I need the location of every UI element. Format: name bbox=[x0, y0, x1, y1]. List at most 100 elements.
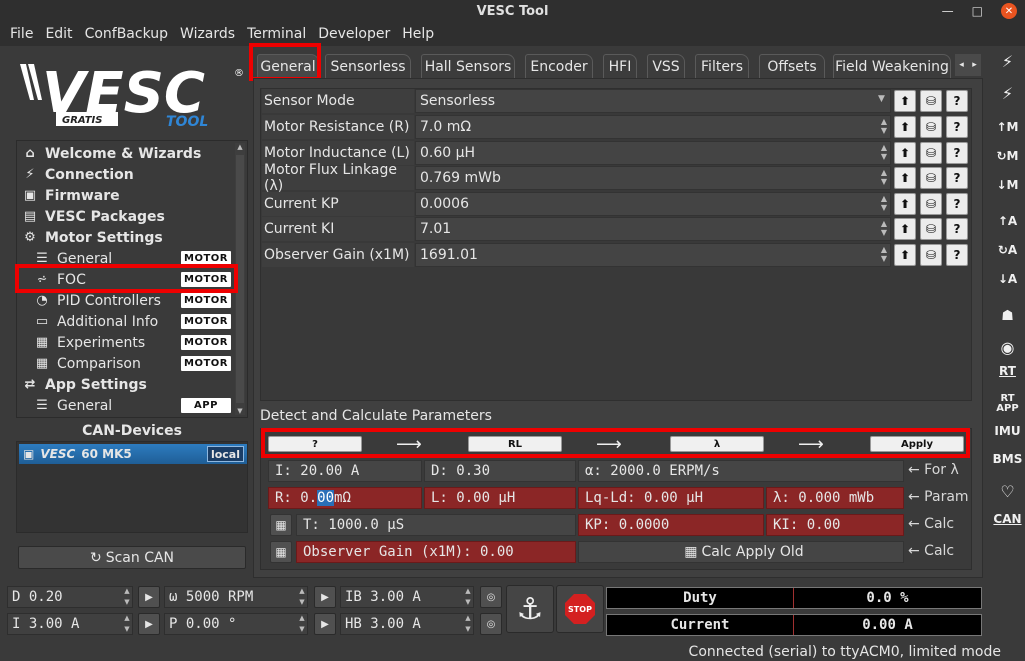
minimize-icon[interactable]: — bbox=[942, 4, 954, 18]
maximize-icon[interactable]: □ bbox=[972, 4, 983, 18]
spin-icon[interactable]: ▲ ▼ bbox=[463, 613, 473, 635]
tab-left-icon[interactable]: ◂ bbox=[959, 60, 964, 70]
realtime-icon[interactable]: RT bbox=[990, 364, 1025, 378]
spin-icon[interactable]: ▲ ▼ bbox=[122, 613, 132, 635]
observer-gain-input[interactable]: 1691.01 bbox=[415, 243, 891, 267]
detect-t-input[interactable]: T: 1000.0 µS bbox=[296, 514, 576, 536]
sensor-mode-select[interactable]: Sensorless bbox=[415, 89, 891, 113]
measure-lambda-button[interactable]: λ bbox=[670, 436, 764, 452]
defaults-button[interactable]: ⛁ bbox=[920, 244, 942, 266]
read-default-motor-config-icon[interactable]: ↻M bbox=[990, 149, 1025, 163]
help-button[interactable]: ? bbox=[946, 167, 968, 189]
tab-hall-sensors[interactable]: Hall Sensors bbox=[421, 54, 515, 78]
motor-resistance-input[interactable]: 7.0 mΩ bbox=[415, 115, 891, 139]
help-button[interactable]: ? bbox=[946, 218, 968, 240]
scroll-down-icon[interactable]: ▼ bbox=[235, 407, 245, 415]
calc-apply-old-button[interactable]: ▦ Calc Apply Old bbox=[578, 541, 904, 563]
measure-rl-button[interactable]: RL bbox=[468, 436, 562, 452]
help-button[interactable]: ? bbox=[946, 90, 968, 112]
can-icon[interactable]: CAN bbox=[990, 512, 1025, 526]
tab-scroll[interactable]: ◂ ▸ bbox=[955, 54, 981, 76]
scroll-up-icon[interactable]: ▲ bbox=[235, 143, 245, 151]
upload-button[interactable]: ⬆ bbox=[894, 167, 916, 189]
rpm-input[interactable]: ω 5000 RPM bbox=[164, 586, 308, 608]
gamepad-icon[interactable]: ◉ bbox=[990, 338, 1025, 357]
imu-icon[interactable]: IMU bbox=[990, 424, 1025, 438]
current-input[interactable]: I 3.00 A bbox=[7, 613, 133, 635]
spin-icon[interactable]: ▲ ▼ bbox=[878, 194, 890, 214]
nav-additional-info[interactable]: ▭ Additional Info bbox=[33, 311, 158, 332]
help-button[interactable]: ? bbox=[946, 142, 968, 164]
menu-wizards[interactable]: Wizards bbox=[174, 26, 241, 42]
upload-button[interactable]: ⬆ bbox=[894, 116, 916, 138]
calculator-icon[interactable]: ▦ bbox=[270, 541, 292, 563]
plug-icon[interactable]: ⚡ bbox=[990, 52, 1025, 71]
menu-help[interactable]: Help bbox=[396, 26, 440, 42]
nav-motor-foc[interactable]: ⩫ FOC bbox=[33, 269, 86, 290]
defaults-button[interactable]: ⛁ bbox=[920, 116, 942, 138]
motor-inductance-input[interactable]: 0.60 µH bbox=[415, 141, 891, 165]
detect-lambda-input[interactable]: λ: 0.000 mWb bbox=[766, 487, 904, 509]
spin-icon[interactable]: ▲ ▼ bbox=[878, 117, 890, 137]
read-motor-config-icon[interactable]: ↑M bbox=[990, 120, 1025, 134]
help-button[interactable]: ? bbox=[946, 244, 968, 266]
scroll-thumb[interactable] bbox=[236, 155, 244, 403]
help-button[interactable]: ? bbox=[946, 193, 968, 215]
tab-general[interactable]: General bbox=[257, 54, 319, 78]
detect-r-input[interactable]: R: 0. 00 mΩ bbox=[268, 487, 422, 509]
disconnect-icon[interactable]: ⚡ bbox=[990, 84, 1025, 103]
spin-icon[interactable]: ▲ ▼ bbox=[878, 219, 890, 239]
detect-duty-input[interactable]: D: 0.30 bbox=[424, 460, 576, 482]
spin-icon[interactable]: ▲ ▼ bbox=[297, 613, 307, 635]
brake-icon[interactable]: ◎ bbox=[480, 613, 502, 635]
current-kp-input[interactable]: 0.0006 bbox=[415, 192, 891, 216]
stop-button[interactable]: STOP bbox=[556, 585, 604, 633]
can-device-row[interactable]: ▣ VESC 60 MK5 local bbox=[19, 444, 247, 464]
nav-experiments[interactable]: ▦ Experiments bbox=[33, 332, 145, 353]
tab-offsets[interactable]: Offsets bbox=[759, 54, 825, 78]
heart-icon[interactable]: ♡ bbox=[990, 482, 1025, 501]
calculator-icon[interactable]: ▦ bbox=[270, 514, 292, 536]
detect-observer-gain-input[interactable]: Observer Gain (x1M): 0.00 bbox=[296, 541, 576, 563]
detect-ki-input[interactable]: KI: 0.00 bbox=[766, 514, 904, 536]
position-input[interactable]: P 0.00 ° bbox=[164, 613, 308, 635]
nav-app-settings[interactable]: ⇄ App Settings bbox=[21, 374, 147, 395]
nav-motor-general[interactable]: ☰ General bbox=[33, 248, 112, 269]
tab-sensorless[interactable]: Sensorless bbox=[325, 54, 411, 78]
nav-app-general[interactable]: ☰ General bbox=[33, 395, 112, 416]
nav-pid-controllers[interactable]: ◔ PID Controllers bbox=[33, 290, 161, 311]
realtime-app-icon[interactable]: RT APP bbox=[990, 394, 1025, 414]
defaults-button[interactable]: ⛁ bbox=[920, 167, 942, 189]
menu-terminal[interactable]: Terminal bbox=[241, 26, 312, 42]
upload-button[interactable]: ⬆ bbox=[894, 142, 916, 164]
handbrake-current-input[interactable]: HB 3.00 A bbox=[340, 613, 474, 635]
tab-right-icon[interactable]: ▸ bbox=[972, 60, 977, 70]
spin-icon[interactable]: ▲ ▼ bbox=[297, 586, 307, 608]
menu-developer[interactable]: Developer bbox=[312, 26, 396, 42]
spin-icon[interactable]: ▲ ▼ bbox=[122, 586, 132, 608]
tab-field-weakening[interactable]: Field Weakening bbox=[833, 54, 951, 78]
current-ki-input[interactable]: 7.01 bbox=[415, 217, 891, 241]
close-icon[interactable]: ✕ bbox=[1001, 3, 1017, 19]
spin-icon[interactable]: ▲ ▼ bbox=[878, 143, 890, 163]
tab-encoder[interactable]: Encoder bbox=[525, 54, 593, 78]
detect-l-input[interactable]: L: 0.00 µH bbox=[424, 487, 576, 509]
nav-comparison[interactable]: ▦ Comparison bbox=[33, 353, 141, 374]
tab-filters[interactable]: Filters bbox=[695, 54, 749, 78]
detect-current-input[interactable]: I: 20.00 A bbox=[268, 460, 422, 482]
brake-icon[interactable]: ◎ bbox=[480, 586, 502, 608]
detect-erpm-input[interactable]: α: 2000.0 ERPM/s bbox=[578, 460, 904, 482]
defaults-button[interactable]: ⛁ bbox=[920, 142, 942, 164]
apply-button[interactable]: Apply bbox=[870, 436, 964, 452]
menu-file[interactable]: File bbox=[4, 26, 39, 42]
menu-edit[interactable]: Edit bbox=[39, 26, 78, 42]
brake-current-input[interactable]: IB 3.00 A bbox=[340, 586, 474, 608]
tab-vss[interactable]: VSS bbox=[647, 54, 685, 78]
upload-button[interactable]: ⬆ bbox=[894, 193, 916, 215]
defaults-button[interactable]: ⛁ bbox=[920, 218, 942, 240]
write-motor-config-icon[interactable]: ↓M bbox=[990, 178, 1025, 192]
nav-welcome-wizards[interactable]: ⌂ Welcome & Wizards bbox=[21, 143, 201, 164]
menu-confbackup[interactable]: ConfBackup bbox=[79, 26, 174, 42]
scan-can-button[interactable]: ↻ Scan CAN bbox=[18, 546, 246, 569]
nav-firmware[interactable]: ▣ Firmware bbox=[21, 185, 120, 206]
